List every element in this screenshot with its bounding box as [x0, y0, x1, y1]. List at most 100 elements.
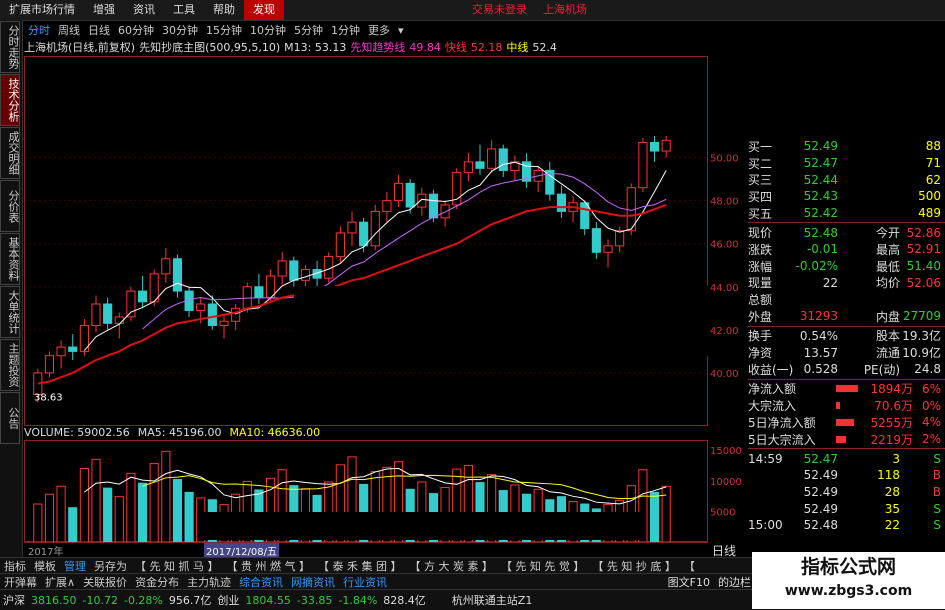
link-industry-news[interactable]: 行业资讯	[339, 574, 391, 590]
candle-body	[428, 193, 439, 219]
barrage-toggle[interactable]: 开弹幕	[0, 574, 41, 590]
index-hs-value: 3816.50	[31, 593, 77, 607]
tick-list: 14:59 52.47 3 S 52.49 118 B 52.49 28 B 52.49 35 S 15:…	[748, 450, 945, 533]
menu-item-extended-market[interactable]: 扩展市场行情	[0, 0, 84, 20]
side-tab-notices[interactable]: 公告	[0, 392, 20, 444]
period-1min[interactable]: 1分钟	[327, 22, 364, 38]
vol-ma10-line	[142, 474, 667, 500]
tab-save-as[interactable]: 另存为	[90, 558, 131, 574]
side-tab-themes[interactable]: 主题投资	[0, 339, 20, 391]
tab-more[interactable]: 【	[680, 558, 699, 574]
side-tab-profile[interactable]: 基本资料	[0, 233, 20, 285]
price-tick-label: 44.00	[710, 283, 739, 294]
divider	[748, 325, 945, 327]
low-price-marker: 38.63	[34, 392, 63, 403]
period-5min[interactable]: 5分钟	[290, 22, 327, 38]
tab-manage[interactable]: 管理	[60, 558, 90, 574]
tab-guizhou-gas[interactable]: 【 贵 州 燃 气 】	[222, 558, 313, 574]
fin-label: 股本	[875, 329, 900, 344]
flow-value: 70.6万	[874, 399, 913, 414]
side-tab-price-table[interactable]: 分价表	[0, 180, 20, 232]
candle-body	[359, 221, 369, 247]
login-status[interactable]: 交易未登录	[464, 0, 535, 20]
index-cy-pct: -1.84%	[338, 593, 378, 607]
link-related-quotes[interactable]: 关联报价	[79, 574, 131, 590]
indicator-name[interactable]: 先知抄底主图(500,95,5,10)	[139, 39, 280, 55]
link-fund-distribution[interactable]: 资金分布	[131, 574, 183, 590]
period-15min[interactable]: 15分钟	[202, 22, 246, 38]
link-main-force[interactable]: 主力轨迹	[183, 574, 235, 590]
flow-row: 5日大宗流入 2219万 2%	[748, 431, 945, 448]
candle-body	[114, 316, 124, 324]
fin-row: 收益(一) 0.528 PE(动) 24.8	[748, 361, 945, 378]
stat-row: 涨幅 -0.02% 最低 51.40	[748, 258, 945, 275]
flow-value: 2219万	[870, 432, 913, 447]
flow-row: 净流入额 1894万 6%	[748, 381, 945, 398]
candle-body	[44, 355, 55, 374]
side-tab-deals[interactable]: 成交明细	[0, 127, 20, 179]
volume-bar	[137, 482, 148, 542]
menu-item-enhance[interactable]: 增强	[84, 0, 124, 20]
fin-row: 换手 0.54% 股本 19.3亿	[748, 328, 945, 345]
period-10min[interactable]: 10分钟	[246, 22, 290, 38]
side-tab-technical[interactable]: 技术分析	[0, 74, 20, 126]
tick-flag: B	[932, 485, 941, 500]
menu-item-discover[interactable]: 发现	[244, 0, 284, 20]
side-tab-big-orders[interactable]: 大单统计	[0, 286, 20, 338]
candle-body	[56, 346, 66, 357]
tick-flag: S	[933, 518, 941, 533]
index-cy-label[interactable]: 创业	[214, 592, 242, 608]
candlestick-chart[interactable]: 38.63	[24, 56, 708, 426]
volume-bar	[649, 491, 660, 542]
period-more[interactable]: 更多	[364, 22, 394, 38]
stat-label: 外盘	[748, 309, 773, 324]
volume-bar	[184, 491, 194, 542]
tab-taihe-group[interactable]: 【 泰 禾 集 团 】	[314, 558, 405, 574]
server-name[interactable]: 杭州联通主站Z1	[449, 592, 536, 608]
volume-value: VOLUME: 59002.56	[24, 426, 130, 439]
flow-label: 5日净流入额	[748, 415, 816, 430]
site-watermark: 指标公式网 www.zbgs3.com	[752, 552, 945, 609]
side-tab-timeshare[interactable]: 分时走势	[0, 21, 20, 73]
period-30min[interactable]: 30分钟	[158, 22, 202, 38]
volume-axis: 15000 10000 5000	[710, 446, 742, 518]
tab-xianzhi-chaodi[interactable]: 【 先 知 抄 底 】	[588, 558, 679, 574]
watermark-title: 指标公式网	[800, 556, 896, 578]
tab-indicator[interactable]: 指标	[0, 558, 30, 574]
stat-label: 最低	[875, 259, 900, 274]
candle-body	[405, 182, 415, 208]
f10-button[interactable]: 图文F10	[664, 574, 714, 590]
period-60min[interactable]: 60分钟	[114, 22, 158, 38]
chevron-down-icon[interactable]: ▾	[394, 24, 408, 37]
tick-row: 52.49 118 B	[748, 467, 945, 484]
period-daily[interactable]: 日线	[84, 22, 114, 38]
menu-item-news[interactable]: 资讯	[124, 0, 164, 20]
tab-xianzhi-zhuama[interactable]: 【 先 知 抓 马 】	[131, 558, 222, 574]
expand-toggle[interactable]: 扩展∧	[41, 574, 79, 590]
link-general-news[interactable]: 综合资讯	[235, 574, 287, 590]
volume-chart[interactable]	[24, 440, 708, 542]
volume-bar	[103, 487, 113, 542]
volume-bar	[149, 463, 159, 542]
date-cursor-label: 2017/12/08/五	[204, 543, 280, 558]
index-hs-label[interactable]: 沪深	[0, 592, 28, 608]
menu-item-tools[interactable]: 工具	[164, 0, 204, 20]
menu-item-help[interactable]: 帮助	[204, 0, 244, 20]
candle-body	[393, 182, 404, 202]
tab-xianzhi-xianjue[interactable]: 【 先 知 先 觉 】	[497, 558, 588, 574]
flow-row: 5日净流入额 5255万 4%	[748, 414, 945, 431]
tab-fangda-carbon[interactable]: 【 方 大 炭 素 】	[405, 558, 496, 574]
stat-label: 总额	[748, 293, 773, 308]
link-digest-news[interactable]: 网摘资讯	[287, 574, 339, 590]
fin-value: 0.54%	[799, 328, 838, 343]
bid-volume: 489	[918, 206, 941, 221]
price-tick-label: 40.00	[710, 369, 739, 380]
stat-label: 涨幅	[748, 259, 773, 274]
price-tick-label: 50.00	[710, 154, 739, 165]
period-weekly[interactable]: 周线	[54, 22, 84, 38]
period-timeshare[interactable]: 分时	[24, 22, 54, 38]
tab-template[interactable]: 模板	[30, 558, 60, 574]
stat-row: 总额	[748, 291, 945, 308]
sidebar-button[interactable]: 的边栏	[714, 574, 755, 590]
trend-value: 49.84	[409, 40, 441, 54]
